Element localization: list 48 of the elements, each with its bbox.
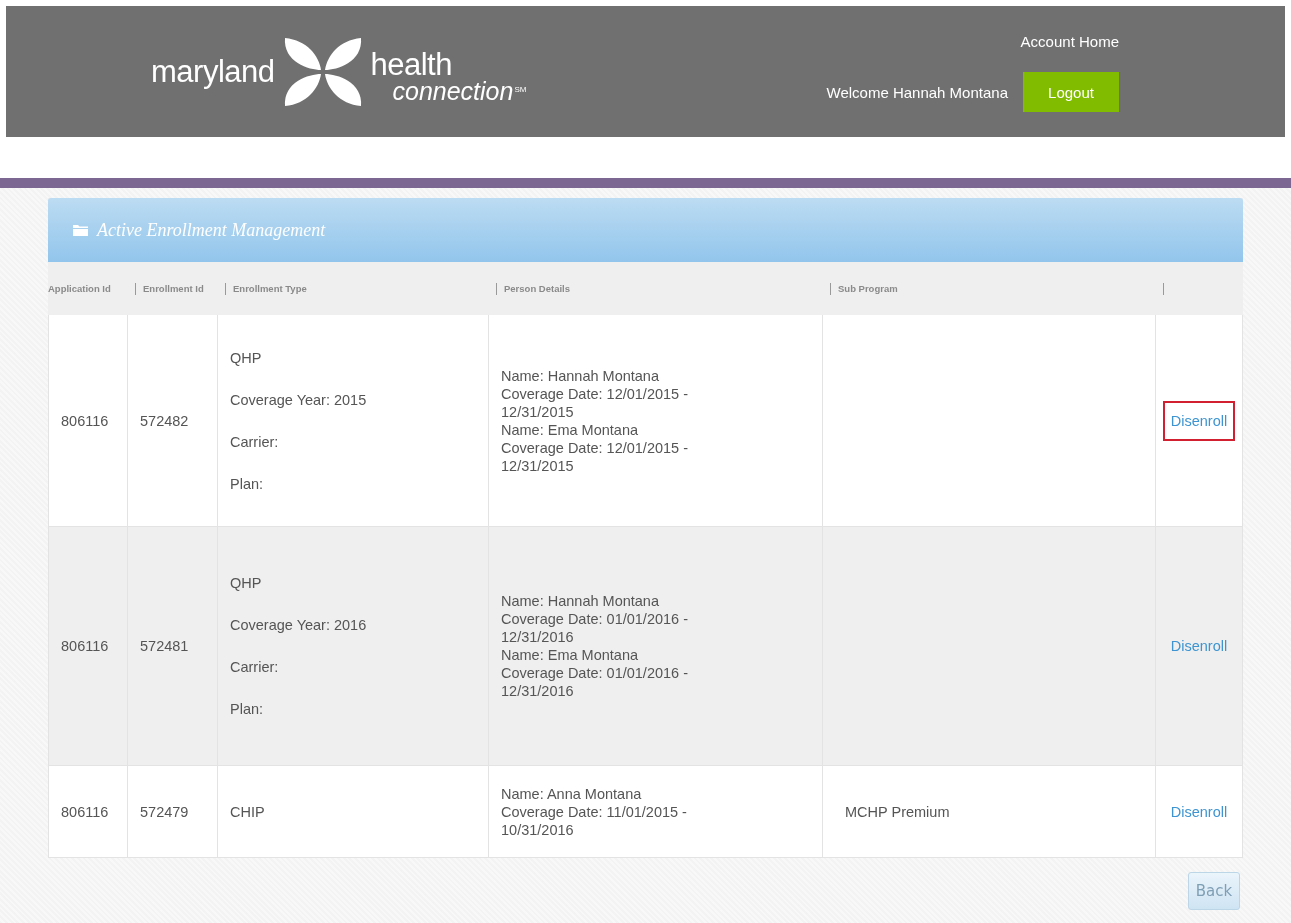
person-detail-line: 12/31/2016: [501, 628, 575, 646]
back-button[interactable]: Back: [1188, 872, 1240, 910]
person-detail-line: Coverage Date: 01/01/2016 -: [501, 610, 689, 628]
table-cell-text: Coverage Year: 2016: [230, 616, 368, 634]
welcome-text: Welcome Hannah Montana: [826, 83, 1008, 101]
column-header: Enrollment Type: [233, 283, 307, 294]
column-header: Person Details: [504, 283, 570, 294]
column-header: Application Id: [48, 283, 111, 294]
table-cell-text: QHP: [230, 574, 263, 592]
person-detail-line: Name: Anna Montana: [501, 784, 643, 803]
folder-icon: [73, 224, 88, 236]
table-cell-text: 572482: [140, 411, 190, 430]
logo-text: connection: [392, 79, 514, 103]
person-detail-line: Coverage Date: 12/01/2015 -: [501, 438, 689, 457]
person-detail-line: Name: Hannah Montana: [501, 592, 660, 610]
table-cell-text: CHIP: [230, 802, 266, 821]
service-mark: SM: [514, 85, 527, 93]
table-cell-text: 806116: [61, 637, 110, 655]
person-detail-line: Coverage Date: 01/01/2016 -: [501, 664, 689, 682]
column-header: Enrollment Id: [143, 283, 204, 294]
disenroll-link[interactable]: Disenroll: [1164, 628, 1234, 664]
person-detail-line: 12/31/2016: [501, 682, 575, 700]
disenroll-link[interactable]: Disenroll: [1164, 402, 1234, 439]
table-cell-text: Plan:: [230, 474, 265, 493]
table-cell-text: Carrier:: [230, 658, 280, 676]
table-cell-text: 572481: [140, 637, 190, 655]
person-detail-line: 12/31/2015: [501, 402, 575, 421]
logout-button[interactable]: Logout: [1023, 72, 1119, 112]
person-detail-line: 10/31/2016: [501, 820, 575, 839]
table-cell-text: 572479: [140, 802, 190, 821]
table-cell-text: MCHP Premium: [845, 802, 951, 821]
table-cell-text: 806116: [61, 411, 110, 430]
column-header: Sub Program: [838, 283, 898, 294]
table-cell-text: Carrier:: [230, 432, 280, 451]
person-detail-line: Coverage Date: 12/01/2015 -: [501, 384, 689, 403]
logo-text: health: [370, 48, 452, 80]
table-cell-text: QHP: [230, 348, 263, 367]
logo-text: maryland: [151, 56, 275, 87]
person-detail-line: Name: Hannah Montana: [501, 366, 660, 385]
person-detail-line: Coverage Date: 11/01/2015 -: [501, 802, 688, 821]
table-cell-text: Coverage Year: 2015: [230, 390, 368, 409]
table-cell-text: 806116: [61, 802, 110, 821]
table-cell-text: Plan:: [230, 700, 265, 718]
account-home-link[interactable]: Account Home: [1020, 33, 1119, 50]
person-detail-line: Name: Ema Montana: [501, 646, 639, 664]
person-detail-line: Name: Ema Montana: [501, 420, 639, 439]
panel-title: Active Enrollment Management: [97, 219, 326, 241]
person-detail-line: 12/31/2015: [501, 456, 575, 475]
